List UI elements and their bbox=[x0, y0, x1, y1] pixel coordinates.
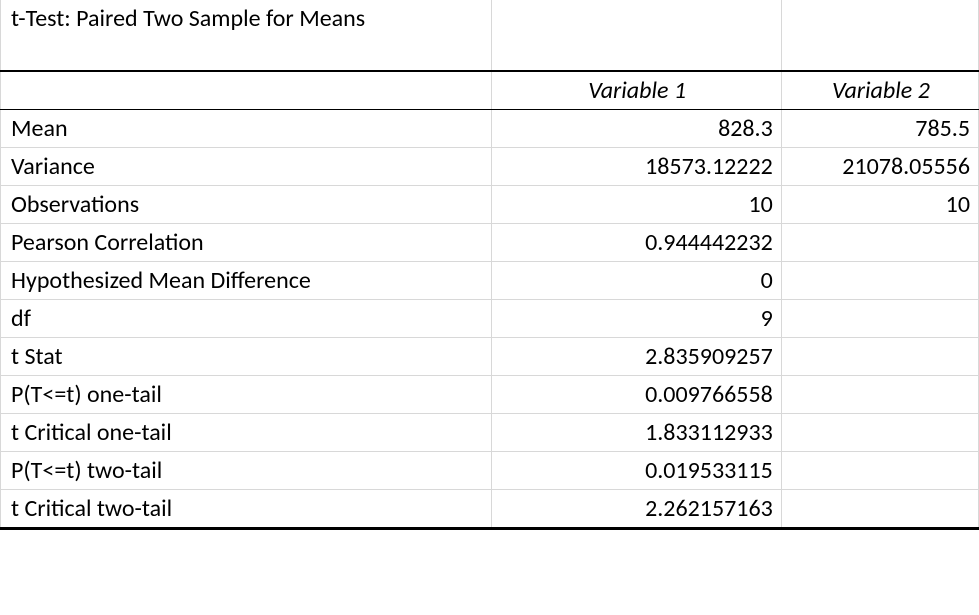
row-label: P(T<=t) two-tail bbox=[1, 452, 492, 490]
empty-cell bbox=[491, 37, 781, 71]
empty-cell bbox=[1, 37, 492, 71]
row-label: df bbox=[1, 300, 492, 338]
table-row: P(T<=t) two-tail 0.019533115 bbox=[1, 452, 979, 490]
row-value-v1: 0 bbox=[491, 262, 781, 300]
empty-cell bbox=[781, 0, 978, 37]
row-value-v1: 0.019533115 bbox=[491, 452, 781, 490]
table-row: Hypothesized Mean Difference 0 bbox=[1, 262, 979, 300]
spacer-row bbox=[1, 37, 979, 71]
empty-cell bbox=[1, 71, 492, 110]
spreadsheet-output: t-Test: Paired Two Sample for Means Vari… bbox=[0, 0, 979, 615]
table-row: P(T<=t) one-tail 0.009766558 bbox=[1, 376, 979, 414]
table-row: t Critical two-tail 2.262157163 bbox=[1, 490, 979, 529]
empty-cell bbox=[781, 37, 978, 71]
row-label: Mean bbox=[1, 110, 492, 148]
row-value-v2: 10 bbox=[781, 186, 978, 224]
row-label: Pearson Correlation bbox=[1, 224, 492, 262]
row-label: t Critical two-tail bbox=[1, 490, 492, 529]
row-value-v1: 1.833112933 bbox=[491, 414, 781, 452]
row-value-v1: 0.944442232 bbox=[491, 224, 781, 262]
ttest-table: t-Test: Paired Two Sample for Means Vari… bbox=[0, 0, 979, 530]
table-row: Pearson Correlation 0.944442232 bbox=[1, 224, 979, 262]
row-label: P(T<=t) one-tail bbox=[1, 376, 492, 414]
row-value-v2 bbox=[781, 262, 978, 300]
row-label: Hypothesized Mean Difference bbox=[1, 262, 492, 300]
table-row: df 9 bbox=[1, 300, 979, 338]
row-value-v2: 785.5 bbox=[781, 110, 978, 148]
row-value-v1: 9 bbox=[491, 300, 781, 338]
table-title: t-Test: Paired Two Sample for Means bbox=[1, 0, 492, 37]
header-row: Variable 1 Variable 2 bbox=[1, 71, 979, 110]
col-header-var2: Variable 2 bbox=[781, 71, 978, 110]
empty-cell bbox=[491, 0, 781, 37]
row-label: Variance bbox=[1, 148, 492, 186]
row-label: t Stat bbox=[1, 338, 492, 376]
table-row: Mean 828.3 785.5 bbox=[1, 110, 979, 148]
row-value-v1: 0.009766558 bbox=[491, 376, 781, 414]
row-value-v1: 10 bbox=[491, 186, 781, 224]
row-value-v2 bbox=[781, 414, 978, 452]
row-value-v1: 828.3 bbox=[491, 110, 781, 148]
row-value-v1: 18573.12222 bbox=[491, 148, 781, 186]
title-row: t-Test: Paired Two Sample for Means bbox=[1, 0, 979, 37]
table-row: t Critical one-tail 1.833112933 bbox=[1, 414, 979, 452]
col-header-var1: Variable 1 bbox=[491, 71, 781, 110]
row-value-v2 bbox=[781, 490, 978, 529]
row-value-v2 bbox=[781, 376, 978, 414]
row-value-v2: 21078.05556 bbox=[781, 148, 978, 186]
table-row: Observations 10 10 bbox=[1, 186, 979, 224]
row-value-v1: 2.835909257 bbox=[491, 338, 781, 376]
row-value-v2 bbox=[781, 300, 978, 338]
table-row: Variance 18573.12222 21078.05556 bbox=[1, 148, 979, 186]
row-value-v2 bbox=[781, 224, 978, 262]
row-label: t Critical one-tail bbox=[1, 414, 492, 452]
row-label: Observations bbox=[1, 186, 492, 224]
row-value-v2 bbox=[781, 452, 978, 490]
row-value-v2 bbox=[781, 338, 978, 376]
row-value-v1: 2.262157163 bbox=[491, 490, 781, 529]
table-row: t Stat 2.835909257 bbox=[1, 338, 979, 376]
